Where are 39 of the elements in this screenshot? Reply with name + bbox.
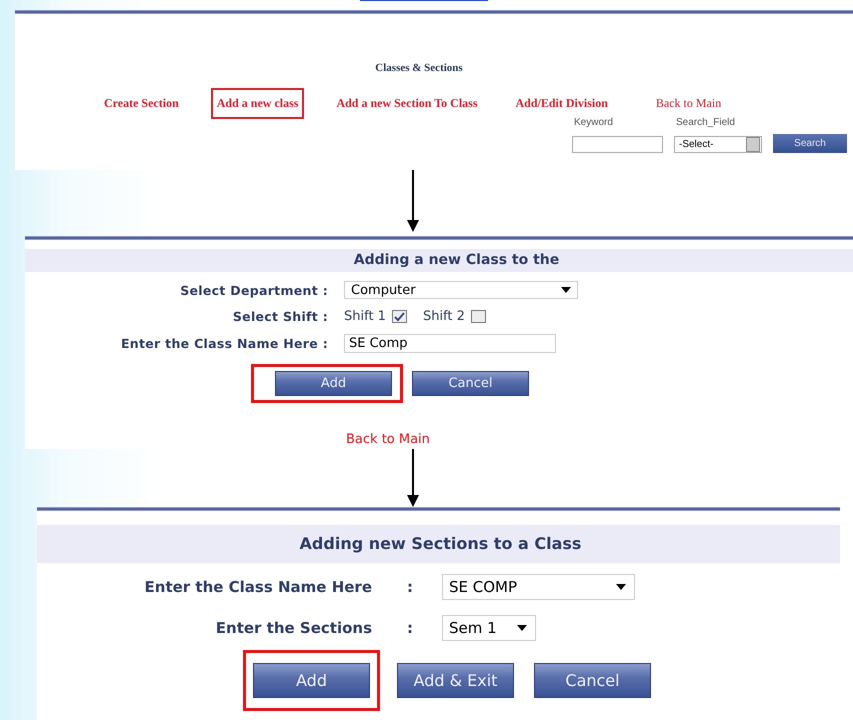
checkbox[interactable] bbox=[470, 310, 486, 323]
colon-label: : bbox=[406, 619, 414, 637]
form-header: Adding new Sections to a Class bbox=[37, 525, 840, 563]
form-label: Enter the Sections bbox=[214, 619, 372, 637]
keyword-label: Keyword bbox=[573, 117, 614, 128]
form-header: Adding a new Class to the bbox=[25, 249, 853, 272]
search-field-select[interactable]: -Select- bbox=[674, 136, 762, 153]
keyword-field[interactable] bbox=[572, 136, 663, 153]
nav-link[interactable]: Add a new Section To Class bbox=[330, 88, 484, 119]
down-arrow bbox=[407, 449, 419, 507]
form-button[interactable]: Cancel bbox=[412, 371, 529, 396]
dropdown-caret-icon bbox=[561, 287, 571, 293]
search-button[interactable]: Search bbox=[773, 134, 847, 153]
checkbox[interactable] bbox=[392, 310, 407, 323]
back-to-main-link[interactable]: Back to Main bbox=[346, 432, 430, 447]
checkbox-label: Shift 2 bbox=[422, 309, 465, 324]
nav-link[interactable]: Back to Main bbox=[650, 88, 728, 119]
class-name-field[interactable]: SE Comp bbox=[344, 334, 556, 353]
colon-label: : bbox=[406, 578, 414, 596]
form-button[interactable]: Add bbox=[275, 371, 392, 396]
dropdown-caret-icon bbox=[616, 584, 626, 590]
form-button[interactable]: Add bbox=[253, 663, 370, 698]
form-label: Enter the Class Name Here bbox=[144, 578, 372, 596]
dropdown-select[interactable]: SE COMP bbox=[442, 574, 635, 600]
checkbox-label: Shift 1 bbox=[344, 309, 386, 324]
dropdown-caret-icon bbox=[517, 625, 527, 631]
dropdown-select[interactable]: Sem 1 bbox=[442, 615, 536, 641]
search-field-label: Search_Field bbox=[675, 117, 736, 128]
form-button[interactable]: Add & Exit bbox=[397, 663, 514, 698]
form-button[interactable]: Cancel bbox=[534, 663, 651, 698]
department-select[interactable]: Computer bbox=[344, 281, 578, 299]
form-label: Enter the Class Name Here : bbox=[120, 336, 328, 351]
nav-link[interactable]: Create Section bbox=[98, 88, 185, 119]
form-label: Select Department : bbox=[179, 282, 328, 298]
form-label: Select Shift : bbox=[232, 309, 328, 324]
nav-link[interactable]: Add/Edit Division bbox=[510, 88, 614, 119]
down-arrow bbox=[407, 170, 419, 232]
page-title: Classes & Sections bbox=[374, 62, 464, 74]
nav-link[interactable]: Add a new class bbox=[210, 88, 304, 119]
